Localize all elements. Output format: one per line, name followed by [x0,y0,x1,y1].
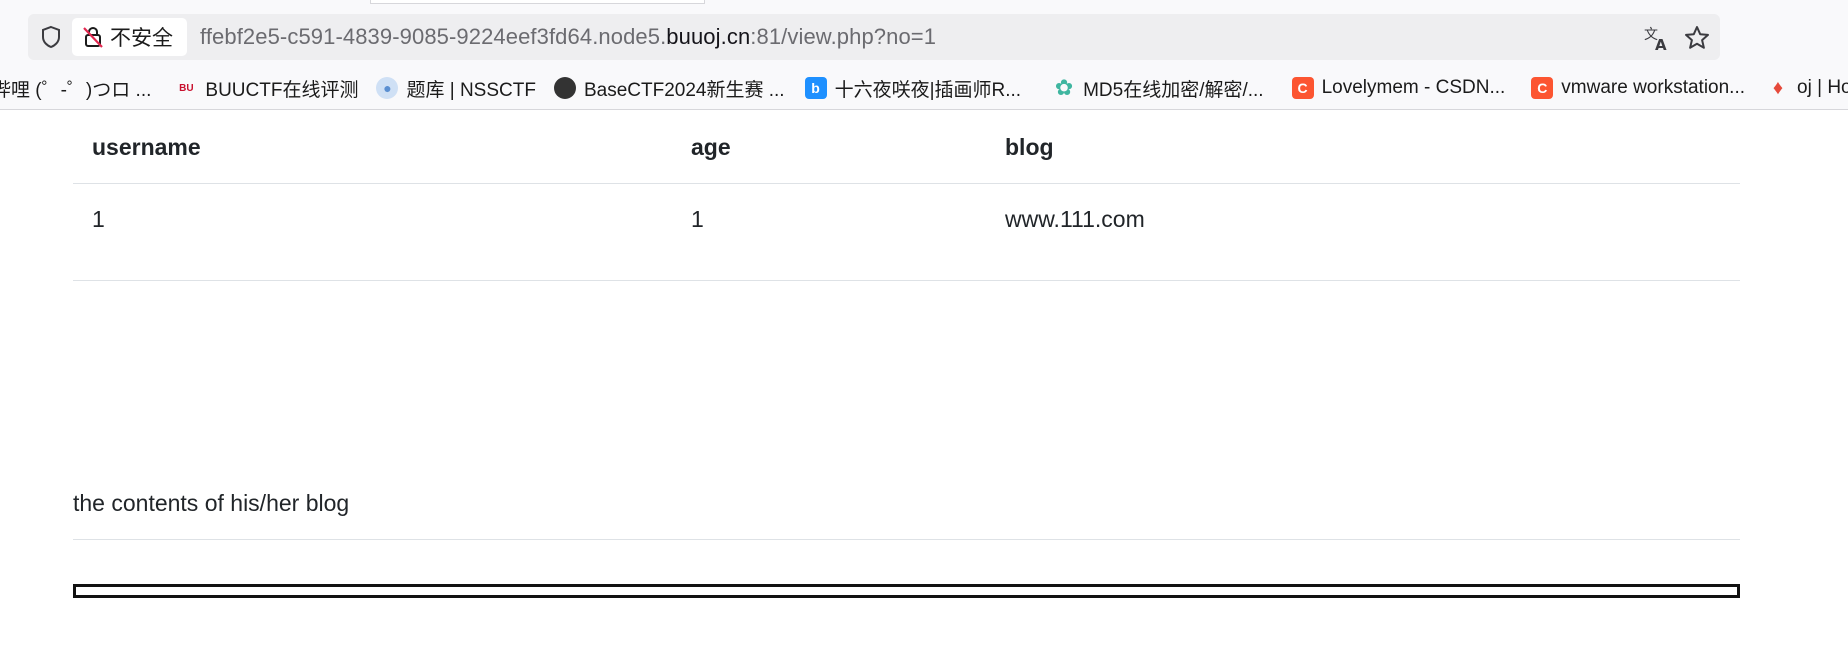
bookmark-label: 题库 | NSSCTF [406,79,536,101]
csdn-icon: C [1291,77,1314,99]
bookmarks-toolbar: 哔哩 (゜-゜)つロ ... BU BUUCTF在线评测 ● 题库 | NSSC… [0,72,1848,104]
bookmark-item[interactable]: C vmware workstation... [1531,77,1745,99]
csdn-icon: C [1531,77,1554,99]
url-host: buuoj.cn [666,24,751,49]
bookmark-item[interactable]: b 十六夜咲夜|插画师R... [804,75,1022,102]
svg-text:A: A [1655,36,1667,52]
bookmark-label: BaseCTF2024新生赛 ... [583,79,785,101]
pixiv-icon: b [804,77,827,99]
page-content: username age blog 1 1 www.111.com the co… [73,110,1740,598]
balloon-icon: ♦ [1772,76,1784,99]
bookmark-label: 哔哩 (゜-゜)つロ ... [0,79,152,101]
column-header-blog: blog [986,110,1740,184]
bookmark-item[interactable]: ✿ MD5在线加密/解密/... [1053,75,1264,102]
buuctf-icon: BU [179,82,194,94]
nssctf-icon: ● [376,77,399,99]
bookmark-label: oj | Home [1797,77,1848,98]
bookmark-label: 十六夜咲夜|插画师R... [834,79,1022,101]
url-suffix: :81/view.php?no=1 [750,24,937,49]
flower-icon: ✿ [1054,75,1074,100]
url-text[interactable]: ffebf2e5-c591-4839-9085-9224eef3fd64.nod… [200,24,936,50]
insecure-lock-icon [83,26,103,48]
bookmark-item[interactable]: BU BUUCTF在线评测 [175,75,358,102]
column-header-username: username [73,110,672,184]
user-info-table: username age blog 1 1 www.111.com [73,110,1740,281]
bookmark-label: Lovelymem - CSDN... [1321,77,1506,98]
security-label: 不安全 [110,27,173,50]
table-header-row: username age blog [73,110,1740,184]
blog-contents-heading: the contents of his/her blog [73,490,1740,540]
bookmark-item[interactable]: ♦ oj | Home [1767,77,1848,99]
cell-blog: www.111.com [986,183,1740,281]
bookmark-item[interactable]: 哔哩 (゜-゜)つロ ... [0,75,151,102]
star-icon[interactable] [1683,24,1711,52]
shield-icon[interactable] [38,24,64,50]
cell-username: 1 [73,183,672,281]
bookmark-item[interactable]: BaseCTF2024新生赛 ... [553,75,785,102]
bookmark-label: MD5在线加密/解密/... [1083,79,1264,101]
table-row: 1 1 www.111.com [73,183,1740,281]
bookmark-item[interactable]: C Lovelymem - CSDN... [1291,77,1506,99]
translate-icon[interactable]: 文 A [1643,24,1671,54]
security-indicator[interactable]: 不安全 [72,18,187,56]
basectf-icon [553,77,576,99]
cell-age: 1 [672,183,986,281]
column-header-age: age [672,110,986,184]
browser-chrome: 不安全 ffebf2e5-c591-4839-9085-9224eef3fd64… [0,0,1848,110]
address-bar[interactable]: 不安全 ffebf2e5-c591-4839-9085-9224eef3fd64… [28,14,1720,60]
bookmark-item[interactable]: ● 题库 | NSSCTF [376,75,536,102]
blog-content-iframe[interactable] [73,584,1740,598]
bookmark-label: BUUCTF在线评测 [205,79,359,101]
url-prefix: ffebf2e5-c591-4839-9085-9224eef3fd64.nod… [200,24,667,49]
bookmark-label: vmware workstation... [1561,77,1746,98]
active-tab-edge[interactable] [370,0,705,4]
